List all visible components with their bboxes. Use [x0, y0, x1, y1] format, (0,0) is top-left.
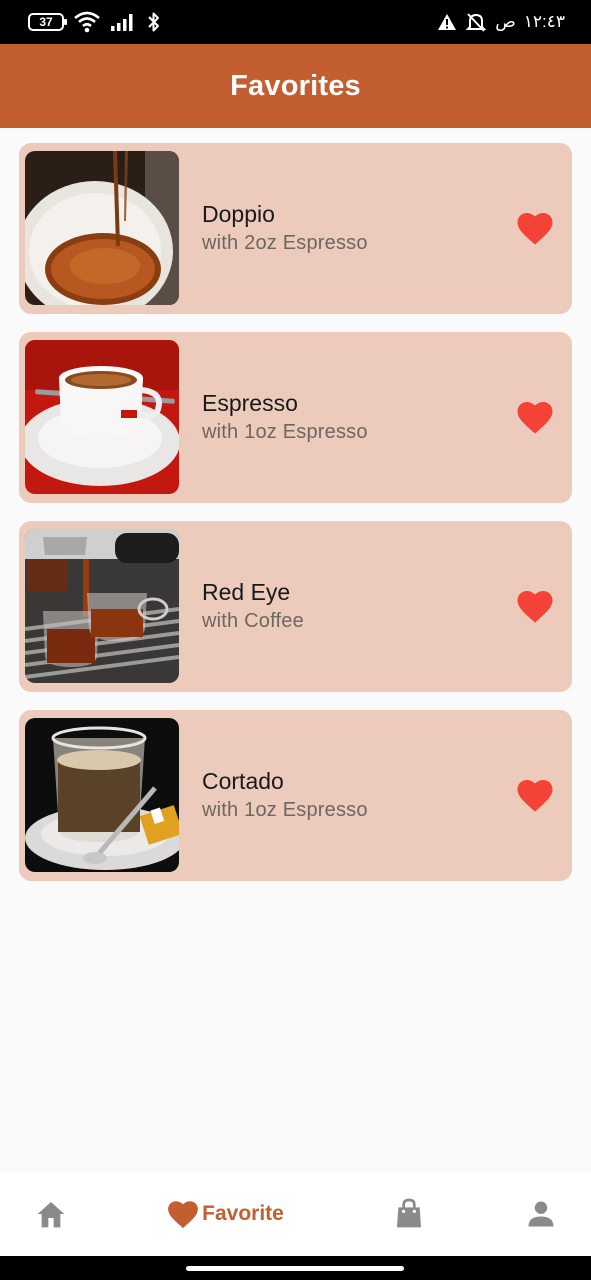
heart-icon[interactable]	[515, 209, 555, 247]
notifications-off-icon	[465, 13, 487, 32]
home-indicator[interactable]	[186, 1266, 404, 1271]
status-bar: 37 ص ١٢:٤٣	[0, 0, 591, 44]
cortado-photo	[25, 718, 179, 872]
espresso-photo	[25, 340, 179, 494]
heart-icon	[168, 1201, 199, 1229]
favorite-card-espresso[interactable]: Espresso with 1oz Espresso	[19, 332, 572, 503]
favorites-screen: 37 ص ١٢:٤٣ Favorites Doppio with 2oz Esp…	[0, 0, 591, 1280]
status-bar-right: ص ١٢:٤٣	[437, 10, 565, 34]
red-eye-photo	[25, 529, 179, 683]
bottom-navigation: Favorite	[0, 1172, 591, 1256]
card-subtitle: with 1oz Espresso	[202, 421, 368, 443]
card-title: Doppio	[202, 201, 275, 227]
nav-favorite-label: Favorite	[202, 1202, 284, 1225]
doppio-photo	[25, 151, 179, 305]
home-icon	[37, 1202, 65, 1228]
heart-icon[interactable]	[515, 398, 555, 436]
bluetooth-icon	[148, 12, 159, 32]
signal-icon	[111, 14, 133, 31]
favorite-card-cortado[interactable]: Cortado with 1oz Espresso	[19, 710, 572, 881]
app-bar: Favorites	[0, 44, 591, 128]
wifi-icon	[74, 11, 100, 33]
card-subtitle: with Coffee	[202, 610, 304, 632]
nav-home[interactable]	[26, 1172, 76, 1256]
status-time: ١٢:٤٣	[523, 12, 565, 31]
favorite-card-doppio[interactable]: Doppio with 2oz Espresso	[19, 143, 572, 314]
system-navigation-bar	[0, 1256, 591, 1280]
favorites-list: Doppio with 2oz Espresso Espresso with 1…	[19, 143, 572, 899]
heart-icon[interactable]	[515, 776, 555, 814]
warning-icon	[438, 14, 457, 30]
heart-icon[interactable]	[515, 587, 555, 625]
status-period: ص	[495, 12, 516, 31]
battery-icon: 37	[28, 13, 67, 31]
card-title: Cortado	[202, 768, 284, 794]
nav-bag[interactable]	[384, 1172, 434, 1256]
card-subtitle: with 1oz Espresso	[202, 799, 368, 821]
card-title: Red Eye	[202, 579, 291, 605]
favorite-card-red-eye[interactable]: Red Eye with Coffee	[19, 521, 572, 692]
page-title: Favorites	[230, 69, 361, 102]
shopping-bag-icon	[397, 1198, 421, 1228]
card-subtitle: with 2oz Espresso	[202, 232, 368, 254]
person-icon	[528, 1201, 554, 1227]
status-bar-left: 37	[28, 10, 162, 34]
nav-profile[interactable]	[516, 1172, 566, 1256]
card-title: Espresso	[202, 390, 298, 416]
battery-level: 37	[39, 15, 53, 29]
nav-favorite[interactable]: Favorite	[160, 1172, 290, 1256]
